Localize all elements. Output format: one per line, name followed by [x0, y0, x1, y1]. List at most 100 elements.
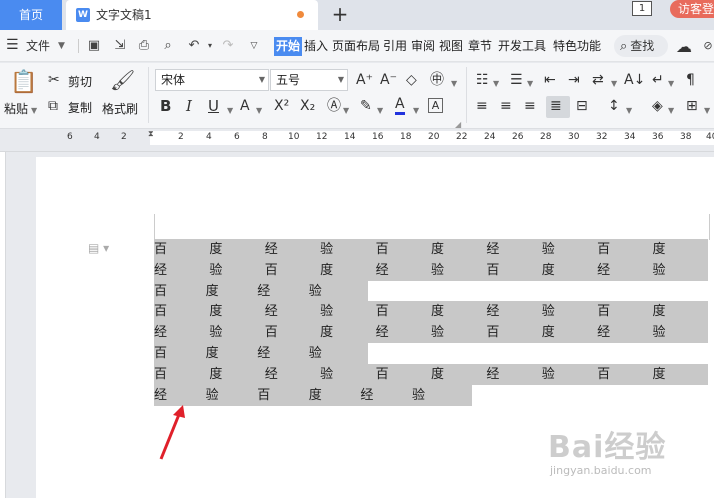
increase-font-icon[interactable]: A⁺: [356, 72, 373, 88]
distributed-icon[interactable]: ⊟: [576, 98, 588, 114]
format-painter-icon[interactable]: 🖌: [110, 68, 135, 92]
text-direction-dropdown-icon[interactable]: ▼: [611, 76, 617, 92]
tab-home[interactable]: 首页: [0, 0, 62, 30]
customize-toolbar-icon[interactable]: ▽: [246, 38, 262, 54]
clear-format-icon[interactable]: ◇: [406, 72, 417, 88]
numbered-list-icon[interactable]: ☰: [510, 72, 523, 88]
font-color-dropdown-icon[interactable]: ▼: [413, 103, 419, 119]
text-line[interactable]: 百度经验百度经验百度: [154, 239, 708, 260]
text-line[interactable]: 经验百度经验: [154, 385, 464, 406]
text-char: 经: [154, 388, 168, 403]
phonetic-guide-icon[interactable]: ㊥: [430, 72, 444, 88]
underline-dropdown-icon[interactable]: ▼: [227, 103, 233, 119]
tab-chapter[interactable]: 章节: [467, 37, 493, 56]
shading-dropdown-icon[interactable]: ▼: [668, 103, 674, 119]
font-color-icon[interactable]: A: [395, 96, 405, 115]
paragraph-mark-icon[interactable]: ¶: [686, 72, 695, 88]
indent-marker-icon[interactable]: ⧗: [148, 129, 154, 139]
copy-button[interactable]: 复制: [68, 99, 92, 116]
sync-icon[interactable]: ⊘: [700, 38, 714, 54]
text-char: 度: [205, 284, 219, 299]
text-effect-dropdown-icon[interactable]: ▼: [343, 103, 349, 119]
bullet-list-icon[interactable]: ☷: [476, 72, 489, 88]
tab-special-features[interactable]: 特色功能: [552, 37, 602, 56]
scissors-icon[interactable]: ✂: [48, 72, 60, 88]
tab-view[interactable]: 视图: [438, 37, 464, 56]
justify-icon[interactable]: ≣: [550, 98, 562, 114]
text-line[interactable]: 百度经验: [154, 343, 360, 364]
save-icon[interactable]: ▣: [86, 38, 102, 54]
line-spacing-dropdown-icon[interactable]: ▼: [626, 103, 632, 119]
decrease-font-icon[interactable]: A⁻: [380, 72, 397, 88]
tab-references[interactable]: 引用: [382, 37, 408, 56]
underline-icon[interactable]: U: [208, 98, 219, 114]
line-break-icon[interactable]: ↵: [652, 72, 664, 88]
text-line[interactable]: 百度经验百度经验百度: [154, 301, 708, 322]
text-char: 度: [320, 263, 334, 278]
italic-icon[interactable]: I: [186, 98, 192, 114]
ruler-number: 12: [316, 132, 328, 142]
line-break-dropdown-icon[interactable]: ▼: [668, 76, 674, 92]
shading-icon[interactable]: ◈: [652, 98, 663, 114]
tab-review[interactable]: 审阅: [410, 37, 436, 56]
font-dialog-launcher-icon[interactable]: ◢: [455, 120, 461, 129]
file-menu[interactable]: 文件: [26, 30, 50, 62]
text-effect-icon[interactable]: Ⓐ: [327, 98, 341, 114]
text-char: 百: [154, 346, 168, 361]
cut-button[interactable]: 剪切: [68, 73, 92, 90]
highlight-dropdown-icon[interactable]: ▼: [377, 103, 383, 119]
paste-button[interactable]: 粘贴: [4, 100, 28, 117]
visitor-login-button[interactable]: 访客登录: [670, 0, 714, 18]
phonetic-dropdown-icon[interactable]: ▼: [451, 76, 457, 92]
bold-icon[interactable]: B: [160, 98, 171, 114]
cloud-icon[interactable]: ☁: [676, 37, 692, 56]
paste-icon[interactable]: 📋: [10, 70, 37, 95]
print-preview-icon[interactable]: ⌕: [160, 38, 176, 54]
text-char: 经: [375, 263, 389, 278]
vertical-ruler[interactable]: [0, 152, 6, 498]
undo-dropdown-icon[interactable]: ▾: [202, 38, 218, 54]
increase-indent-icon[interactable]: ⇥: [568, 72, 580, 88]
subscript-icon[interactable]: X₂: [300, 98, 315, 114]
paragraph-layout-icon[interactable]: ▤ ▾: [88, 241, 109, 255]
text-line[interactable]: 百度经验百度经验百度: [154, 364, 708, 385]
print-icon[interactable]: ⎙: [136, 38, 152, 54]
border-icon[interactable]: ⊞: [686, 98, 698, 114]
superscript-icon[interactable]: X²: [274, 98, 289, 114]
search-button[interactable]: ⌕ 查找: [614, 35, 668, 57]
align-right-icon[interactable]: ≡: [524, 98, 536, 114]
sort-icon[interactable]: A↓: [624, 72, 645, 88]
tab-start[interactable]: 开始: [274, 37, 303, 56]
highlight-icon[interactable]: ✎: [360, 98, 372, 114]
font-size-select[interactable]: 五号 ▼: [270, 69, 348, 91]
redo-icon[interactable]: ↷: [220, 38, 236, 54]
decrease-indent-icon[interactable]: ⇤: [544, 72, 556, 88]
undo-icon[interactable]: ↶: [186, 38, 202, 54]
tab-document[interactable]: W 文字文稿1: [66, 0, 318, 30]
dropdown-icon[interactable]: ▼: [256, 103, 262, 119]
text-line[interactable]: 经验百度经验百度经验: [154, 322, 708, 343]
character-border-icon[interactable]: A: [428, 98, 443, 113]
numbered-dropdown-icon[interactable]: ▼: [527, 76, 533, 92]
line-spacing-icon[interactable]: ↕: [608, 98, 620, 114]
copy-icon[interactable]: ⧉: [48, 98, 58, 114]
page-count-indicator[interactable]: 1: [632, 1, 652, 16]
align-left-icon[interactable]: ≡: [476, 98, 488, 114]
tab-page-layout[interactable]: 页面布局: [331, 37, 381, 56]
font-color-a-icon[interactable]: A: [240, 98, 250, 114]
tab-developer[interactable]: 开发工具: [497, 37, 547, 56]
paste-dropdown-icon[interactable]: ▼: [31, 103, 37, 119]
text-direction-icon[interactable]: ⇄: [592, 72, 604, 88]
border-dropdown-icon[interactable]: ▼: [704, 103, 710, 119]
bullet-dropdown-icon[interactable]: ▼: [493, 76, 499, 92]
text-line[interactable]: 经验百度经验百度经验: [154, 260, 708, 281]
new-tab-button[interactable]: +: [328, 2, 352, 26]
text-line[interactable]: 百度经验: [154, 281, 360, 302]
font-name-select[interactable]: 宋体 ▼: [155, 69, 269, 91]
format-painter-button[interactable]: 格式刷: [102, 100, 138, 117]
menu-icon[interactable]: ☰: [6, 38, 19, 52]
align-center-icon[interactable]: ≡: [500, 98, 512, 114]
tab-insert[interactable]: 插入: [303, 37, 329, 56]
export-pdf-icon[interactable]: ⇲: [112, 38, 128, 54]
divider: [78, 39, 79, 53]
